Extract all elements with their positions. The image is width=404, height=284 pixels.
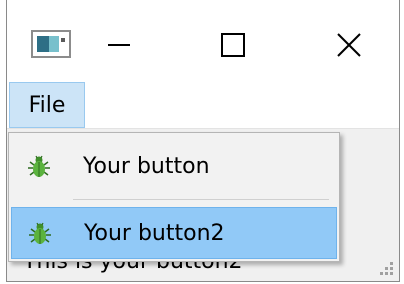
- menu-item-label: Your button: [83, 153, 210, 179]
- menu-item-your-button2[interactable]: Your button2: [11, 207, 337, 259]
- minimize-icon: [108, 44, 130, 46]
- menu-separator: [73, 199, 329, 200]
- menu-item-your-button[interactable]: Your button: [11, 141, 337, 191]
- title-bar[interactable]: [7, 0, 399, 82]
- close-button[interactable]: [319, 18, 379, 72]
- minimize-button[interactable]: [89, 18, 149, 72]
- resize-grip-icon[interactable]: [377, 259, 393, 275]
- menu-file[interactable]: File: [9, 82, 85, 128]
- bug-icon: [28, 155, 50, 177]
- close-icon: [337, 33, 361, 57]
- menu-bar: File: [7, 82, 399, 128]
- maximize-button[interactable]: [203, 18, 263, 72]
- menu-item-label: Your button2: [84, 220, 225, 246]
- bug-icon: [29, 222, 51, 244]
- maximize-icon: [221, 33, 245, 57]
- app-window-icon[interactable]: [31, 30, 71, 58]
- file-dropdown-menu: Your button Your button2: [8, 132, 340, 262]
